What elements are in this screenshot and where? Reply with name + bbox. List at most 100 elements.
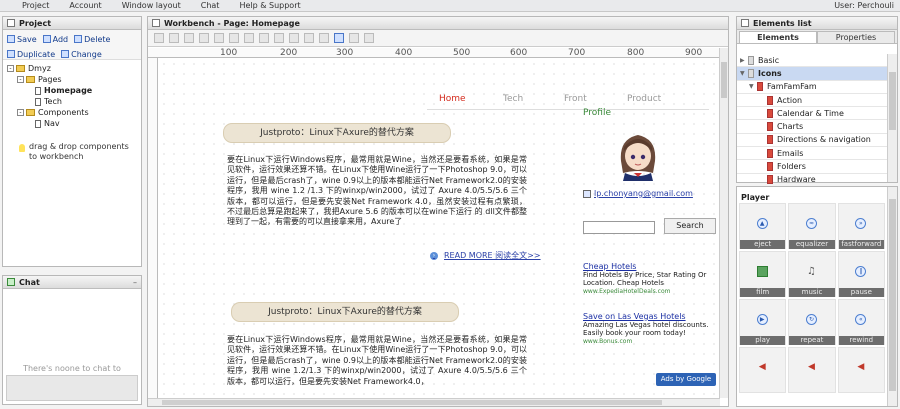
tab-properties[interactable]: Properties	[817, 31, 895, 43]
element-item-charts[interactable]: Charts	[737, 120, 887, 134]
ad-cheap-hotels[interactable]: Cheap Hotels Find Hotels By Price, Star …	[583, 262, 719, 296]
paste-icon[interactable]	[184, 33, 194, 43]
change-button[interactable]: Change	[61, 48, 102, 60]
scroll-thumb[interactable]	[721, 62, 727, 98]
preview-icon[interactable]	[349, 33, 359, 43]
player-cell-repeat[interactable]: ↻ repeat	[788, 299, 836, 345]
add-icon	[42, 35, 51, 43]
book-icon	[767, 135, 773, 145]
duplicate-button[interactable]: Duplicate	[7, 48, 55, 60]
tab-elements[interactable]: Elements	[739, 31, 817, 43]
tree-item-root[interactable]: - Dmyz	[7, 63, 137, 74]
drag-drop-hint: drag & drop components to workbench	[19, 142, 135, 162]
settings-icon[interactable]	[364, 33, 374, 43]
player-cell-speaker[interactable]: ◀	[837, 347, 885, 393]
scroll-thumb[interactable]	[889, 199, 896, 391]
collapse-arrow-icon[interactable]: ▼	[740, 70, 748, 77]
canvas-vertical-scrollbar[interactable]	[719, 48, 728, 398]
element-item-calendar-time[interactable]: Calendar & Time	[737, 107, 887, 121]
canvas-horizontal-scrollbar[interactable]	[148, 398, 720, 406]
nav-tech[interactable]: Tech	[503, 94, 523, 104]
align-left-icon[interactable]	[229, 33, 239, 43]
tree-item-homepage[interactable]: Homepage	[7, 85, 137, 96]
element-item-action[interactable]: Action	[737, 94, 887, 108]
element-group-icons[interactable]: ▼ Icons	[737, 67, 887, 81]
ad-las-vegas-hotels[interactable]: Save on Las Vegas Hotels Amazing Las Veg…	[583, 312, 719, 346]
element-group-basic[interactable]: ▶ Basic	[737, 54, 887, 68]
nav-product[interactable]: Product	[627, 94, 661, 104]
nav-home[interactable]: Home	[439, 94, 466, 104]
player-cell-label: rewind	[838, 336, 884, 345]
book-icon	[767, 162, 773, 172]
post-title-1[interactable]: Justproto：Linux下Axure的替代方案	[223, 123, 451, 143]
menu-account[interactable]: Account	[59, 1, 111, 10]
ungroup-icon[interactable]	[319, 33, 329, 43]
workbench-title: Workbench - Page: Homepage	[164, 18, 300, 28]
align-right-icon[interactable]	[259, 33, 269, 43]
post-title-2[interactable]: Justproto：Linux下Axure的替代方案	[231, 302, 459, 322]
element-item-directions-navigation[interactable]: Directions & navigation	[737, 134, 887, 148]
add-button[interactable]: Add	[42, 33, 68, 45]
menu-project[interactable]: Project	[0, 1, 59, 10]
player-cell-film[interactable]: film	[739, 251, 787, 297]
player-cell-speaker[interactable]: ◀	[739, 347, 787, 393]
menu-help-support[interactable]: Help & Support	[229, 1, 310, 10]
element-item-hardware[interactable]: Hardware	[737, 174, 887, 187]
workbench-header: Workbench - Page: Homepage	[148, 17, 728, 30]
panel-icon	[741, 19, 749, 27]
read-more-link[interactable]: › READ MORE 阅读全文>>	[430, 250, 541, 261]
tree-item-tech[interactable]: Tech	[7, 96, 137, 107]
workbench-canvas[interactable]: Home Tech Front Product Justproto：Linux下…	[159, 59, 720, 398]
ads-by-google-badge[interactable]: Ads by Google	[656, 373, 716, 386]
align-center-icon[interactable]	[244, 33, 254, 43]
player-cell-eject[interactable]: ▲ eject	[739, 203, 787, 249]
player-cell-play[interactable]: ▶ play	[739, 299, 787, 345]
scroll-thumb[interactable]	[162, 400, 662, 405]
elements-scrollbar[interactable]	[887, 54, 897, 182]
scroll-thumb[interactable]	[889, 72, 896, 130]
copy-icon[interactable]	[169, 33, 179, 43]
collapse-toggle-icon[interactable]: -	[17, 76, 24, 83]
element-label: Emails	[777, 148, 804, 158]
current-user: User: Perchouli	[834, 1, 894, 10]
send-back-icon[interactable]	[289, 33, 299, 43]
menu-window-layout[interactable]: Window layout	[112, 1, 191, 10]
bring-front-icon[interactable]	[274, 33, 284, 43]
tree-item-components[interactable]: - Components	[7, 107, 137, 118]
player-scrollbar[interactable]	[887, 187, 897, 406]
film-icon	[756, 266, 768, 277]
search-button[interactable]: Search	[664, 218, 716, 234]
collapse-arrow-icon[interactable]: ▼	[749, 83, 757, 90]
delete-button[interactable]: Delete	[74, 33, 110, 45]
minimize-icon[interactable]: –	[133, 278, 137, 287]
nav-front[interactable]: Front	[564, 94, 587, 104]
tree-item-pages[interactable]: - Pages	[7, 74, 137, 85]
collapse-toggle-icon[interactable]: -	[17, 109, 24, 116]
save-button[interactable]: Save	[7, 33, 37, 45]
tree-item-nav[interactable]: Nav	[7, 118, 137, 129]
element-item-emails[interactable]: Emails	[737, 147, 887, 161]
element-item-folders[interactable]: Folders	[737, 160, 887, 174]
player-cell-music[interactable]: ♫ music	[788, 251, 836, 297]
undo-icon[interactable]	[199, 33, 209, 43]
player-cell-fastforward[interactable]: » fastforward	[837, 203, 885, 249]
element-group-famfamfam[interactable]: ▼ FamFamFam	[737, 81, 887, 94]
arrow-right-icon: ›	[430, 251, 438, 260]
menu-chat[interactable]: Chat	[191, 1, 230, 10]
email-link[interactable]: lp.chonyang@gmail.com	[583, 189, 693, 198]
player-cell-speaker[interactable]: ◀	[788, 347, 836, 393]
collapse-toggle-icon[interactable]: -	[7, 65, 14, 72]
grid-toggle-icon[interactable]	[334, 33, 344, 43]
player-cell-rewind[interactable]: « rewind	[837, 299, 885, 345]
redo-icon[interactable]	[214, 33, 224, 43]
search-input[interactable]	[583, 221, 655, 234]
player-cell-equalizer[interactable]: ≈ equalizer	[788, 203, 836, 249]
chat-input[interactable]	[6, 375, 138, 401]
cut-icon[interactable]	[154, 33, 164, 43]
group-icon[interactable]	[304, 33, 314, 43]
expand-arrow-icon[interactable]: ▶	[740, 57, 748, 64]
folder-icon	[26, 109, 35, 116]
element-label: Basic	[758, 55, 780, 65]
element-label: Icons	[758, 68, 782, 78]
player-cell-pause[interactable]: ‖ pause	[837, 251, 885, 297]
